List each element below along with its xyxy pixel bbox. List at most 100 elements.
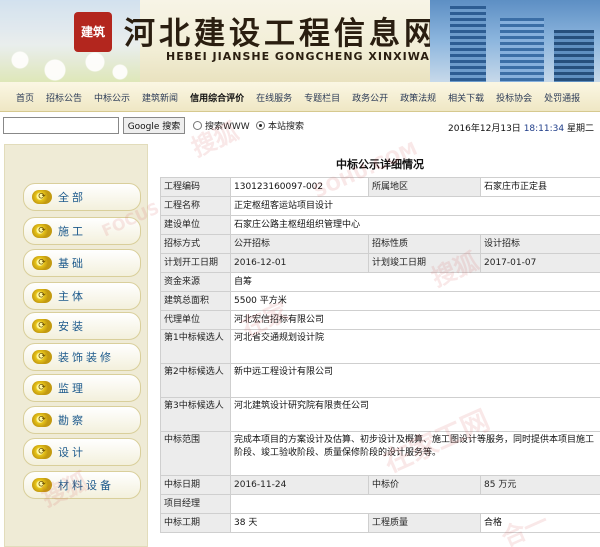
site-pinyin: HEBEI JIANSHE GONGCHENG XINXIWANG xyxy=(166,50,451,63)
field-label: 中标工期 xyxy=(160,513,231,533)
quality-value: 合格 xyxy=(480,513,600,533)
sidebar-item-design[interactable]: ⟳ 设计 xyxy=(23,438,141,466)
sidebar-item-materials[interactable]: ⟳ 材料设备 xyxy=(23,471,141,499)
refresh-icon: ⟳ xyxy=(32,445,52,459)
award-price-value: 85 万元 xyxy=(480,475,600,495)
refresh-icon: ⟳ xyxy=(32,190,52,204)
sidebar-item-label: 基础 xyxy=(58,257,86,270)
sidebar-item-supervision[interactable]: ⟳ 监理 xyxy=(23,374,141,402)
sidebar-item-label: 设计 xyxy=(58,446,86,459)
field-label: 项目经理 xyxy=(160,494,231,514)
radio-search-www[interactable]: 搜索WWW xyxy=(193,119,250,132)
field-label: 计划开工日期 xyxy=(160,253,231,273)
table-row: 项目经理 xyxy=(160,494,600,514)
nav-item-award-notice[interactable]: 中标公示 xyxy=(94,91,130,104)
candidate-3-value: 河北建筑设计研究院有限责任公司 xyxy=(230,397,600,432)
bid-method-value: 公开招标 xyxy=(230,234,369,254)
sidebar-item-label: 全部 xyxy=(58,191,86,204)
sidebar-item-installation[interactable]: ⟳ 安装 xyxy=(23,312,141,340)
field-label: 计划竣工日期 xyxy=(368,253,481,273)
main-nav: 首页 招标公告 中标公示 建筑新闻 信用综合评价 在线服务 专题栏目 政务公开 … xyxy=(0,82,600,112)
award-scope-value: 完成本项目的方案设计及估算、初步设计及概算、施工图设计等服务，同时提供本项目施工… xyxy=(230,431,600,476)
search-input[interactable] xyxy=(3,117,119,134)
table-row: 中标工期 38 天 工程质量 合格 xyxy=(160,513,600,533)
sidebar-item-label: 装饰装修 xyxy=(58,351,114,364)
nav-item-news[interactable]: 建筑新闻 xyxy=(142,91,178,104)
field-label: 第1中标候选人 xyxy=(160,329,231,364)
table-row: 第2中标候选人 新中远工程设计有限公司 xyxy=(160,363,600,398)
page-title: 中标公示详细情况 xyxy=(336,158,424,171)
radio-www-dot[interactable] xyxy=(193,121,202,130)
site-banner: 建筑 河北建设工程信息网 HEBEI JIANSHE GONGCHENG XIN… xyxy=(0,0,600,82)
table-row: 资金来源 自筹 xyxy=(160,272,600,292)
nav-item-home[interactable]: 首页 xyxy=(16,91,34,104)
project-manager-value xyxy=(230,494,600,514)
field-label: 中标范围 xyxy=(160,431,231,476)
project-name-value: 正定枢纽客运站项目设计 xyxy=(230,196,600,216)
table-row: 中标日期 2016-11-24 中标价 85 万元 xyxy=(160,475,600,495)
candidate-1-value: 河北省交通规划设计院 xyxy=(230,329,600,364)
google-search-button[interactable]: Google 搜索 xyxy=(123,117,185,134)
duration-value: 38 天 xyxy=(230,513,369,533)
refresh-icon: ⟳ xyxy=(32,224,52,238)
refresh-icon: ⟳ xyxy=(32,256,52,270)
table-row: 工程名称 正定枢纽客运站项目设计 xyxy=(160,196,600,216)
banner-building-image xyxy=(430,0,600,82)
sidebar-item-construction[interactable]: ⟳ 施工 xyxy=(23,217,141,245)
radio-site-dot[interactable] xyxy=(256,121,265,130)
radio-site-label: 本站搜索 xyxy=(268,122,305,132)
bid-nature-value: 设计招标 xyxy=(480,234,600,254)
current-weekday: 星期二 xyxy=(566,124,594,134)
sidebar-item-label: 主体 xyxy=(58,290,86,303)
candidate-2-value: 新中远工程设计有限公司 xyxy=(230,363,600,398)
sidebar-item-label: 施工 xyxy=(58,225,86,238)
field-label: 代理单位 xyxy=(160,310,231,330)
sidebar-item-main-structure[interactable]: ⟳ 主体 xyxy=(23,282,141,310)
nav-item-special[interactable]: 专题栏目 xyxy=(304,91,340,104)
field-label: 第2中标候选人 xyxy=(160,363,231,398)
field-label: 中标价 xyxy=(368,475,481,495)
current-time: 18:11:34 xyxy=(523,124,565,134)
sidebar-item-decoration[interactable]: ⟳ 装饰装修 xyxy=(23,343,141,371)
refresh-icon: ⟳ xyxy=(32,413,52,427)
category-sidebar: ⟳ 全部 ⟳ 施工 ⟳ 基础 ⟳ 主体 ⟳ 安装 ⟳ 装饰装修 ⟳ 监理 ⟳ 勘… xyxy=(4,144,148,547)
nav-item-tender-notice[interactable]: 招标公告 xyxy=(46,91,82,104)
agent-value: 河北宏信招标有限公司 xyxy=(230,310,600,330)
sidebar-item-label: 安装 xyxy=(58,320,86,333)
site-logo-seal: 建筑 xyxy=(74,12,112,52)
radio-search-site[interactable]: 本站搜索 xyxy=(256,119,304,132)
table-row: 计划开工日期 2016-12-01 计划竣工日期 2017-01-07 xyxy=(160,253,600,273)
field-label: 中标日期 xyxy=(160,475,231,495)
field-label: 第3中标候选人 xyxy=(160,397,231,432)
building-tower-3 xyxy=(554,30,594,82)
field-label: 工程名称 xyxy=(160,196,231,216)
award-date-value: 2016-11-24 xyxy=(230,475,369,495)
sidebar-item-survey[interactable]: ⟳ 勘察 xyxy=(23,406,141,434)
table-row: 中标范围 完成本项目的方案设计及估算、初步设计及概算、施工图设计等服务，同时提供… xyxy=(160,431,600,476)
table-row: 建设单位 石家庄公路主枢纽组织管理中心 xyxy=(160,215,600,235)
field-label: 资金来源 xyxy=(160,272,231,292)
field-label: 建设单位 xyxy=(160,215,231,235)
refresh-icon: ⟳ xyxy=(32,289,52,303)
banner-flower-image xyxy=(0,0,140,82)
sidebar-item-label: 勘察 xyxy=(58,414,86,427)
sidebar-item-all[interactable]: ⟳ 全部 xyxy=(23,183,141,211)
current-date: 2016年12月13日 xyxy=(448,124,521,134)
nav-item-credit-evaluation[interactable]: 信用综合评价 xyxy=(190,91,244,104)
award-detail-table: 工程编码 130123160097-002 所属地区 石家庄市正定县 工程名称 … xyxy=(160,177,600,533)
nav-item-penalty[interactable]: 处罚通报 xyxy=(544,91,580,104)
sidebar-item-foundation[interactable]: ⟳ 基础 xyxy=(23,249,141,277)
site-title: 河北建设工程信息网 xyxy=(124,16,439,52)
plan-finish-value: 2017-01-07 xyxy=(480,253,600,273)
project-code-value: 130123160097-002 xyxy=(230,177,369,197)
nav-item-online-service[interactable]: 在线服务 xyxy=(256,91,292,104)
nav-item-policy[interactable]: 政策法规 xyxy=(400,91,436,104)
field-label: 建筑总面积 xyxy=(160,291,231,311)
refresh-icon: ⟳ xyxy=(32,381,52,395)
nav-item-downloads[interactable]: 相关下载 xyxy=(448,91,484,104)
area-value: 5500 平方米 xyxy=(230,291,600,311)
nav-item-gov-affairs[interactable]: 政务公开 xyxy=(352,91,388,104)
refresh-icon: ⟳ xyxy=(32,478,52,492)
nav-item-association[interactable]: 投标协会 xyxy=(496,91,532,104)
sidebar-item-label: 材料设备 xyxy=(58,479,114,492)
